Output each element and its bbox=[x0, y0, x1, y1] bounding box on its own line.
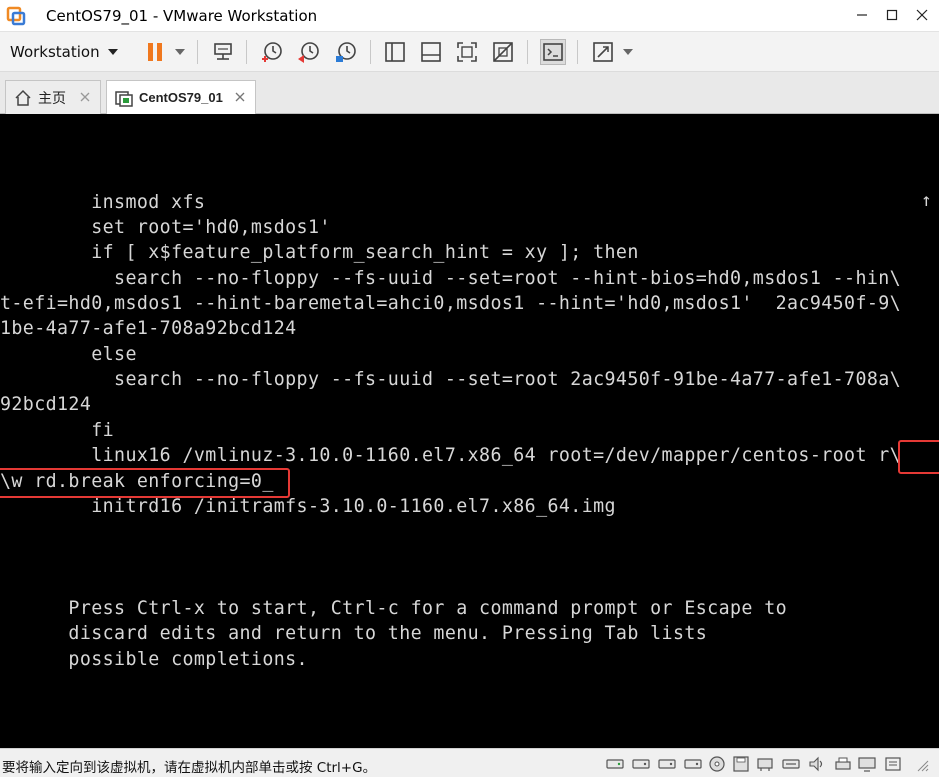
terminal-icon bbox=[543, 43, 563, 61]
hard-disk-icon[interactable] bbox=[658, 756, 676, 772]
workstation-menu-button[interactable]: Workstation bbox=[4, 38, 124, 66]
console-help-line: discard edits and return to the menu. Pr… bbox=[0, 623, 708, 644]
chevron-down-icon bbox=[107, 49, 118, 55]
snapshot-manager-button[interactable] bbox=[333, 39, 359, 65]
sidebar-layout-icon bbox=[385, 42, 405, 62]
toolbar-divider bbox=[246, 40, 247, 64]
vm-icon bbox=[115, 89, 133, 107]
close-icon[interactable] bbox=[233, 90, 247, 104]
console-line: t-efi=hd0,msdos1 --hint-baremetal=ahci0,… bbox=[0, 293, 902, 314]
revert-snapshot-button[interactable] bbox=[296, 39, 322, 65]
stretch-dropdown-icon[interactable] bbox=[623, 48, 633, 56]
show-thumbnail-bar-button[interactable] bbox=[418, 39, 444, 65]
vm-console-screen[interactable]: insmod xfs set root='hd0,msdos1' if [ x$… bbox=[0, 114, 939, 748]
toolbar: Workstation bbox=[0, 32, 939, 72]
hard-disk-icon[interactable] bbox=[606, 756, 624, 772]
toolbar-divider bbox=[527, 40, 528, 64]
bottom-panel-layout-icon bbox=[421, 42, 441, 62]
console-line: set root='hd0,msdos1' bbox=[0, 217, 331, 238]
snapshot-revert-icon bbox=[298, 42, 319, 63]
console-line: linux16 /vmlinuz-3.10.0-1160.el7.x86_64 … bbox=[0, 445, 902, 466]
toolbar-divider bbox=[577, 40, 578, 64]
tab-vm-label: CentOS79_01 bbox=[139, 90, 223, 105]
maximize-button[interactable] bbox=[877, 4, 907, 26]
printer-icon[interactable] bbox=[834, 756, 852, 772]
message-log-icon[interactable] bbox=[884, 756, 902, 772]
console-line: 92bcd124 bbox=[0, 394, 92, 415]
annotation-highlight-box bbox=[0, 468, 290, 498]
console-line: 1be-4a77-afe1-708a92bcd124 bbox=[0, 318, 297, 339]
status-message: 要将输入定向到该虚拟机，请在虚拟机内部单击或按 Ctrl+G。 bbox=[2, 760, 377, 776]
vmware-logo-icon bbox=[6, 6, 26, 26]
close-icon[interactable] bbox=[78, 90, 92, 104]
floppy-icon[interactable] bbox=[732, 756, 750, 772]
console-line: search --no-floppy --fs-uuid --set=root … bbox=[0, 369, 902, 390]
close-button[interactable] bbox=[907, 4, 937, 26]
stretch-guest-button[interactable] bbox=[590, 39, 616, 65]
sound-card-icon[interactable] bbox=[808, 756, 826, 772]
unity-disabled-icon bbox=[493, 42, 513, 62]
tab-home-label: 主页 bbox=[38, 89, 66, 106]
pause-dropdown-icon[interactable] bbox=[175, 48, 185, 56]
window-title: CentOS79_01 - VMware Workstation bbox=[46, 7, 318, 25]
annotation-highlight-box bbox=[898, 440, 939, 474]
snapshot-manager-icon bbox=[336, 42, 356, 62]
console-line: fi bbox=[0, 420, 115, 441]
show-library-button[interactable] bbox=[382, 39, 408, 65]
hard-disk-icon[interactable] bbox=[684, 756, 702, 772]
scroll-up-indicator: ↑ bbox=[921, 190, 932, 211]
network-computer-icon bbox=[214, 43, 232, 60]
console-view-button[interactable] bbox=[540, 39, 566, 65]
cd-dvd-icon[interactable] bbox=[708, 756, 726, 772]
stretch-icon bbox=[593, 42, 613, 62]
unity-mode-button[interactable] bbox=[490, 39, 516, 65]
full-screen-icon bbox=[457, 42, 477, 62]
console-help-line: Press Ctrl-x to start, Ctrl-c for a comm… bbox=[0, 598, 788, 619]
take-snapshot-button[interactable] bbox=[259, 39, 285, 65]
toolbar-divider bbox=[197, 40, 198, 64]
workstation-menu-label: Workstation bbox=[10, 43, 100, 61]
console-line: insmod xfs bbox=[0, 192, 206, 213]
console-line: if [ x$feature_platform_search_hint = xy… bbox=[0, 242, 639, 263]
send-ctrl-alt-del-button[interactable] bbox=[210, 39, 236, 65]
tab-centos79-01[interactable]: CentOS79_01 bbox=[106, 80, 256, 114]
status-bar: 要将输入定向到该虚拟机，请在虚拟机内部单击或按 Ctrl+G。 bbox=[0, 748, 939, 777]
display-icon[interactable] bbox=[858, 756, 876, 772]
title-bar: CentOS79_01 - VMware Workstation bbox=[0, 0, 939, 32]
usb-controller-icon[interactable] bbox=[782, 756, 800, 772]
console-line: else bbox=[0, 344, 137, 365]
full-screen-button[interactable] bbox=[454, 39, 480, 65]
pause-icon bbox=[148, 43, 162, 61]
toolbar-divider bbox=[370, 40, 371, 64]
snapshot-clock-icon bbox=[262, 42, 282, 62]
hard-disk-icon[interactable] bbox=[632, 756, 650, 772]
resize-grip-icon[interactable] bbox=[912, 756, 930, 772]
tab-bar: 主页 CentOS79_01 bbox=[0, 72, 939, 114]
console-line: search --no-floppy --fs-uuid --set=root … bbox=[0, 268, 902, 289]
network-adapter-icon[interactable] bbox=[756, 756, 774, 772]
pause-button[interactable] bbox=[142, 39, 168, 65]
minimize-button[interactable] bbox=[847, 4, 877, 26]
home-icon bbox=[14, 89, 32, 107]
tab-home[interactable]: 主页 bbox=[5, 80, 101, 114]
console-help-line: possible completions. bbox=[0, 649, 308, 670]
